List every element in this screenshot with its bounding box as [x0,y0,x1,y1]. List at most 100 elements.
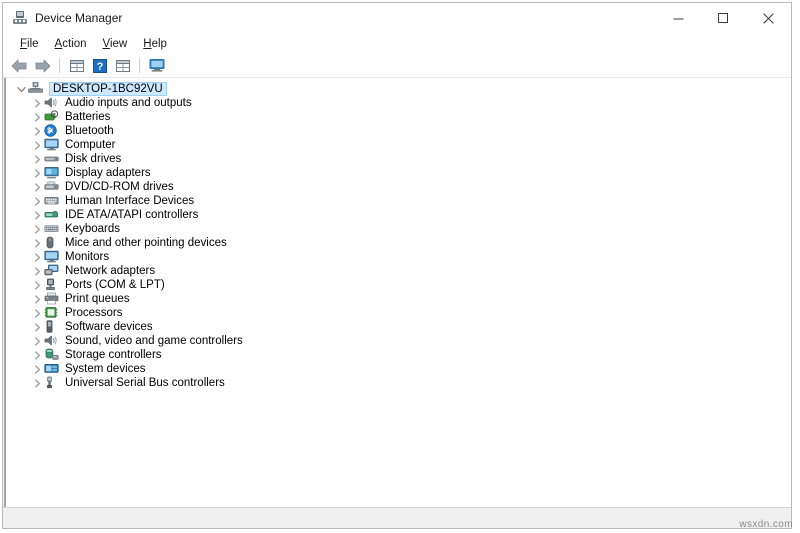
tree-item-label: Ports (COM & LPT) [65,279,165,291]
tree-item[interactable]: Disk drives [7,152,791,166]
tree-item-label: Computer [65,139,116,151]
monitor-icon [44,250,60,264]
help-question-icon[interactable]: ? [89,56,110,76]
title-bar: Device Manager [3,3,791,33]
speaker-icon [44,96,60,110]
status-bar [3,507,791,528]
tree-item[interactable]: Ports (COM & LPT) [7,278,791,292]
chevron-right-icon[interactable] [31,364,44,374]
chevron-right-icon[interactable] [31,378,44,388]
tree-item[interactable]: Software devices [7,320,791,334]
scan-hardware-monitor-icon[interactable] [146,56,167,76]
chevron-right-icon[interactable] [31,266,44,276]
chevron-right-icon[interactable] [31,140,44,150]
tree-item[interactable]: IDE ATA/ATAPI controllers [7,208,791,222]
device-tree[interactable]: DESKTOP-1BC92VU Audio inputs and outputs… [7,78,791,507]
tree-item-label: Bluetooth [65,125,114,137]
chevron-right-icon[interactable] [31,308,44,318]
chevron-right-icon[interactable] [31,154,44,164]
chevron-right-icon[interactable] [31,224,44,234]
chevron-right-icon[interactable] [31,294,44,304]
tree-item[interactable]: Monitors [7,250,791,264]
tree-item-label: Monitors [65,251,110,263]
chevron-right-icon[interactable] [31,126,44,136]
menu-help[interactable]: Help [136,36,174,52]
forward-arrow-icon[interactable] [32,56,53,76]
close-button[interactable] [746,3,791,33]
keyboard-icon [44,222,60,236]
mouse-icon [44,236,60,250]
tree-item[interactable]: System devices [7,362,791,376]
tree-item-label: Disk drives [65,153,122,165]
chevron-right-icon[interactable] [31,168,44,178]
tree-item-label: Print queues [65,293,130,305]
window-title: Device Manager [35,11,123,25]
chevron-right-icon[interactable] [31,280,44,290]
properties-grid-icon[interactable] [66,56,87,76]
ide-controller-icon [44,208,60,222]
back-arrow-icon[interactable] [9,56,30,76]
chevron-right-icon[interactable] [31,196,44,206]
disk-drive-icon [44,152,60,166]
tree-root-node[interactable]: DESKTOP-1BC92VU [7,82,791,96]
system-device-icon [44,362,60,376]
storage-controller-icon [44,348,60,362]
tree-item[interactable]: Computer [7,138,791,152]
content-area: DESKTOP-1BC92VU Audio inputs and outputs… [3,78,791,507]
watermark: wsxdn.com [739,519,793,530]
chevron-right-icon[interactable] [31,238,44,248]
chevron-right-icon[interactable] [31,98,44,108]
tree-item[interactable]: DVD/CD-ROM drives [7,180,791,194]
window-controls [656,3,791,33]
hid-icon [44,194,60,208]
chevron-right-icon[interactable] [31,336,44,346]
tree-item-label: Storage controllers [65,349,162,361]
chevron-right-icon[interactable] [31,112,44,122]
tree-item[interactable]: Processors [7,306,791,320]
tree-item-label: DVD/CD-ROM drives [65,181,174,193]
tree-item[interactable]: Bluetooth [7,124,791,138]
tree-item-label: Software devices [65,321,153,333]
chevron-right-icon[interactable] [31,210,44,220]
minimize-button[interactable] [656,3,701,33]
tree-item-label: Display adapters [65,167,151,179]
title-bar-left: Device Manager [3,10,122,26]
network-adapter-icon [44,264,60,278]
tree-item[interactable]: Network adapters [7,264,791,278]
tree-item[interactable]: Display adapters [7,166,791,180]
tree-item-label: Universal Serial Bus controllers [65,377,225,389]
tree-item[interactable]: Keyboards [7,222,791,236]
tree-item-label: Mice and other pointing devices [65,237,227,249]
maximize-button[interactable] [701,3,746,33]
tree-item[interactable]: Batteries [7,110,791,124]
toolbar-separator-2 [139,58,140,73]
tree-item[interactable]: Sound, video and game controllers [7,334,791,348]
tree-item-label: Sound, video and game controllers [65,335,243,347]
menu-bar: File Action View Help [3,33,791,54]
tree-item[interactable]: Mice and other pointing devices [7,236,791,250]
toolbar: ? [3,54,791,78]
menu-file[interactable]: File [13,36,46,52]
tree-item[interactable]: Human Interface Devices [7,194,791,208]
tree-item-label: Audio inputs and outputs [65,97,192,109]
tree-item-label: IDE ATA/ATAPI controllers [65,209,199,221]
tree-item[interactable]: Universal Serial Bus controllers [7,376,791,390]
display-adapter-icon [44,166,60,180]
tree-item[interactable]: Print queues [7,292,791,306]
tree-item-label: System devices [65,363,146,375]
tree-item[interactable]: Audio inputs and outputs [7,96,791,110]
sound-controller-icon [44,334,60,348]
chevron-right-icon[interactable] [31,182,44,192]
bluetooth-icon [44,124,60,138]
menu-view[interactable]: View [96,36,135,52]
update-driver-grid-icon[interactable] [112,56,133,76]
chevron-down-icon[interactable] [15,85,28,94]
monitor-icon [44,138,60,152]
menu-action[interactable]: Action [48,36,94,52]
chevron-right-icon[interactable] [31,322,44,332]
software-device-icon [44,320,60,334]
svg-text:?: ? [96,61,103,73]
chevron-right-icon[interactable] [31,252,44,262]
tree-item[interactable]: Storage controllers [7,348,791,362]
chevron-right-icon[interactable] [31,350,44,360]
